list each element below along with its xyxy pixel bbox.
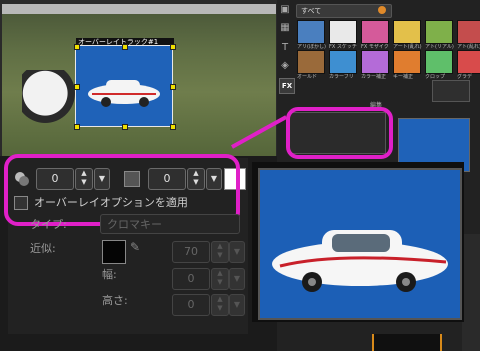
similarity-spinner[interactable]: 70: [172, 241, 210, 263]
effect-thumbnail-label: キー補正: [393, 74, 414, 80]
media-icon[interactable]: ▣: [279, 4, 291, 16]
resize-handle[interactable]: [122, 124, 128, 130]
effect-thumbnail[interactable]: [393, 20, 421, 44]
effect-thumbnail-label: グラデ: [457, 74, 473, 80]
transition-icon[interactable]: ▦: [279, 22, 291, 34]
effect-thumbnail[interactable]: [297, 20, 325, 44]
effect-thumbnail-label: アト(乱れ): [457, 44, 480, 50]
effect-thumbnail-label: オールド: [297, 74, 318, 80]
timeline-strip: [462, 234, 480, 351]
eyedropper-icon[interactable]: ✎: [130, 240, 146, 258]
similarity-stepper[interactable]: ▲ ▼: [211, 241, 229, 263]
resize-handle[interactable]: [170, 84, 176, 90]
height-stepper[interactable]: ▲ ▼: [211, 294, 229, 316]
effect-thumbnail[interactable]: [361, 20, 389, 44]
key-color-swatch[interactable]: [102, 240, 126, 264]
car-image: [272, 230, 448, 292]
height-dropdown[interactable]: ▼: [229, 294, 245, 316]
overlay-clip[interactable]: [75, 45, 173, 127]
effect-thumbnail-label: カラー補正: [361, 74, 387, 80]
cat-image: [22, 70, 80, 128]
effect-thumbnail[interactable]: [329, 20, 357, 44]
resize-handle[interactable]: [122, 44, 128, 50]
width-spinner[interactable]: 0: [172, 268, 210, 290]
effect-thumbnail[interactable]: [425, 20, 453, 44]
effect-thumbnail-label: クロップ: [425, 74, 446, 80]
effect-thumbnail[interactable]: [297, 50, 325, 74]
graphic-icon[interactable]: ◈: [279, 60, 291, 72]
width-stepper[interactable]: ▲ ▼: [211, 268, 229, 290]
width-dropdown[interactable]: ▼: [229, 268, 245, 290]
effect-thumbnail-label: FX モザイク: [361, 44, 389, 50]
preview-header: [2, 4, 276, 14]
effect-thumbnail-label: FX スケッチ: [329, 44, 357, 50]
resize-handle[interactable]: [170, 124, 176, 130]
resize-handle[interactable]: [74, 44, 80, 50]
thumbnail-scroll-area[interactable]: [432, 80, 470, 102]
effect-thumbnail[interactable]: [457, 50, 480, 74]
effect-thumbnail[interactable]: [393, 50, 421, 74]
effect-thumbnail-label: アリ(ぼかし): [297, 44, 326, 50]
effect-thumbnail[interactable]: [361, 50, 389, 74]
similarity-label: 近似:: [30, 242, 56, 255]
resize-handle[interactable]: [74, 84, 80, 90]
height-spinner[interactable]: 0: [172, 294, 210, 316]
timeline-clip[interactable]: [372, 334, 442, 351]
effect-thumbnail-label: アート(乱れ): [393, 44, 422, 50]
effect-thumbnail-label: アト(リアル): [425, 44, 454, 50]
effect-thumbnail[interactable]: [425, 50, 453, 74]
zoom-preview-image: [258, 168, 462, 320]
effect-thumbnail-label: カラーフリ: [329, 74, 354, 80]
resize-handle[interactable]: [170, 44, 176, 50]
filter-fx-icon[interactable]: FX: [279, 78, 295, 94]
dropdown-chevron-icon[interactable]: [378, 6, 386, 14]
title-icon[interactable]: T: [279, 42, 291, 54]
resize-handle[interactable]: [74, 124, 80, 130]
similarity-dropdown[interactable]: ▼: [229, 241, 245, 263]
effect-thumbnail[interactable]: [329, 50, 357, 74]
height-label: 高さ:: [102, 294, 128, 307]
car-image: [88, 80, 160, 107]
effect-thumbnail[interactable]: [457, 20, 480, 44]
callout-highlight-small: [286, 107, 393, 159]
type-dropdown[interactable]: クロマキー: [100, 214, 240, 234]
width-label: 幅:: [102, 268, 117, 281]
type-label: タイプ:: [30, 218, 67, 231]
